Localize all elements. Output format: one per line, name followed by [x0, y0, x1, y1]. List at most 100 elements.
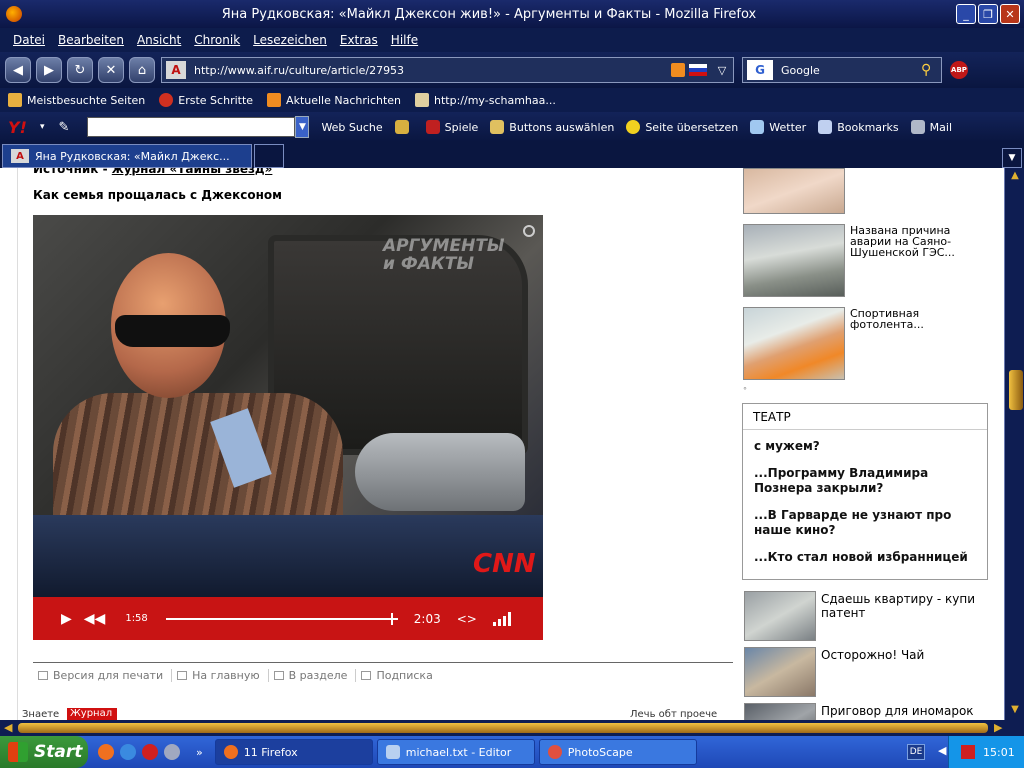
embed-button[interactable]: <>: [457, 612, 477, 626]
thumbnail-tea[interactable]: [744, 647, 816, 697]
adblock-button[interactable]: ABP: [950, 61, 968, 79]
home-button[interactable]: ⌂: [129, 57, 155, 83]
search-icon[interactable]: ⚲: [921, 62, 941, 78]
volume-bar: [502, 615, 506, 626]
subscribe-link[interactable]: Подписка: [356, 669, 440, 682]
menu-chronik[interactable]: Chronik: [194, 33, 240, 47]
url-text[interactable]: http://www.aif.ru/culture/article/27953: [194, 64, 671, 77]
thumbnail-cars[interactable]: [744, 703, 816, 720]
teatr-item[interactable]: ...В Гарварде не узнают про наше кино?: [754, 508, 987, 538]
thumbnail-baby[interactable]: [743, 168, 845, 214]
search-engine-label[interactable]: Google: [781, 64, 921, 77]
news-foreign-cars[interactable]: Приговор для иномарок: [821, 704, 991, 718]
play-icon[interactable]: ▶: [61, 611, 72, 627]
print-version-link[interactable]: Версия для печати: [33, 669, 173, 682]
source-link[interactable]: журнал «Тайны звезд»: [112, 168, 273, 176]
clock[interactable]: 15:01: [983, 746, 1015, 759]
quick-launch: [98, 744, 186, 760]
forward-button[interactable]: ▶: [36, 57, 62, 83]
video-watermark: АРГУМЕНТЫ и ФАКТЫ: [383, 237, 505, 273]
bottom-badge[interactable]: Журнал: [67, 708, 117, 720]
yahoo-shield[interactable]: [394, 120, 414, 134]
window-titlebar[interactable]: Яна Рудковская: «Майкл Джексон жив!» - А…: [0, 0, 1024, 28]
tab-article[interactable]: A Яна Рудковская: «Майкл Джекс...: [2, 144, 252, 168]
yahoo-bookmarks[interactable]: Bookmarks: [818, 120, 899, 134]
yahoo-spiele[interactable]: Spiele: [425, 120, 478, 134]
thumbnail-apartment[interactable]: [744, 591, 816, 641]
start-button[interactable]: Start: [0, 736, 88, 768]
teatr-item[interactable]: ...Кто стал новой избранницей: [754, 550, 987, 565]
reload-button[interactable]: ↻: [67, 57, 93, 83]
yahoo-logo[interactable]: Y!: [8, 118, 36, 137]
bookmark-aktuelle-nachrichten[interactable]: Aktuelle Nachrichten: [267, 93, 401, 107]
menu-datei[interactable]: Datei: [13, 33, 45, 47]
news-apartment-patent[interactable]: Сдаешь квартиру - купи патент: [821, 592, 991, 620]
url-bar[interactable]: A http://www.aif.ru/culture/article/2795…: [161, 57, 734, 83]
task-firefox[interactable]: 11 Firefox: [214, 739, 373, 765]
scroll-up-icon[interactable]: ▲: [1008, 170, 1022, 181]
minimize-button[interactable]: _: [956, 4, 976, 24]
yahoo-mail[interactable]: Mail: [910, 120, 952, 134]
vertical-scroll-thumb[interactable]: [1009, 370, 1023, 410]
new-tab-area[interactable]: [254, 144, 284, 168]
search-bar[interactable]: G Google ⚲: [742, 57, 942, 83]
scroll-right-icon[interactable]: ▶: [994, 721, 1002, 734]
video-progress-knob[interactable]: [390, 612, 393, 625]
language-indicator[interactable]: DE: [907, 744, 925, 760]
news-sport-photo[interactable]: Спортивная фотолента...: [850, 308, 980, 330]
menu-ansicht[interactable]: Ansicht: [137, 33, 181, 47]
menu-bearbeiten[interactable]: Bearbeiten: [58, 33, 124, 47]
pencil-icon[interactable]: ✎: [59, 120, 70, 135]
ie-quicklaunch-icon[interactable]: [120, 744, 136, 760]
yahoo-search-dropdown[interactable]: ▼: [295, 116, 310, 138]
video-frame[interactable]: АРГУМЕНТЫ и ФАКТЫ CNN: [33, 215, 543, 598]
yahoo-search-input[interactable]: [87, 117, 296, 137]
bookmark-meistbesuchte[interactable]: Meistbesuchte Seiten: [8, 93, 145, 107]
close-button[interactable]: ✕: [1000, 4, 1020, 24]
vertical-scrollbar[interactable]: ▲ ▼: [1004, 168, 1024, 720]
yahoo-dropdown-icon[interactable]: ▾: [40, 122, 45, 132]
yahoo-web-suche[interactable]: Web Suche: [321, 121, 382, 134]
home-page-link[interactable]: На главную: [172, 669, 269, 682]
teatr-item[interactable]: с мужем?: [754, 439, 987, 454]
quicklaunch-more-icon[interactable]: »: [196, 746, 203, 759]
task-editor[interactable]: michael.txt - Editor: [376, 739, 535, 765]
scroll-down-icon[interactable]: ▼: [1008, 704, 1022, 715]
news-sayano-shushenskaya[interactable]: Названа причина аварии на Саяно-Шушенско…: [850, 225, 980, 258]
rss-feed-icon[interactable]: [671, 63, 685, 77]
video-player[interactable]: АРГУМЕНТЫ и ФАКТЫ CNN ▶ ◀◀ 1:58 2:03 <>: [33, 215, 543, 640]
opera-quicklaunch-icon[interactable]: [142, 744, 158, 760]
stop-button[interactable]: ✕: [98, 57, 124, 83]
thumbnail-dam[interactable]: [743, 224, 845, 297]
yahoo-seite-uebersetzen[interactable]: Seite übersetzen: [626, 120, 738, 134]
page-content[interactable]: Источник - журнал «Тайны звезд» Как семь…: [0, 168, 1004, 720]
media-quicklaunch-icon[interactable]: [164, 744, 180, 760]
thumbnail-sport[interactable]: [743, 307, 845, 380]
rewind-icon[interactable]: ◀◀: [84, 611, 106, 627]
bookmark-my-schamhaa[interactable]: http://my-schamhaa...: [415, 93, 556, 107]
tab-list-button[interactable]: ▼: [1002, 148, 1022, 168]
tray-expand-icon[interactable]: ◀: [938, 744, 946, 757]
kaspersky-icon[interactable]: [961, 745, 975, 759]
volume-control[interactable]: [492, 611, 513, 626]
yahoo-buttons-auswaehlen[interactable]: Buttons auswählen: [490, 120, 614, 134]
yahoo-wetter[interactable]: Wetter: [750, 120, 806, 134]
horizontal-scrollbar[interactable]: ◀ ▶: [0, 720, 1024, 736]
maximize-button[interactable]: ❐: [978, 4, 998, 24]
bookmark-erste-schritte[interactable]: Erste Schritte: [159, 93, 253, 107]
menu-lesezeichen[interactable]: Lesezeichen: [253, 33, 327, 47]
url-dropdown-icon[interactable]: ▽: [711, 64, 733, 77]
teatr-item[interactable]: ...Программу Владимира Познера закрыли?: [754, 466, 987, 496]
google-icon[interactable]: G: [747, 60, 773, 80]
video-options-icon[interactable]: [523, 225, 535, 237]
back-button[interactable]: ◀: [5, 57, 31, 83]
menu-extras[interactable]: Extras: [340, 33, 378, 47]
menu-hilfe[interactable]: Hilfe: [391, 33, 418, 47]
horizontal-scroll-thumb[interactable]: [18, 723, 988, 733]
section-link[interactable]: В разделе: [269, 669, 357, 682]
news-tea[interactable]: Осторожно! Чай: [821, 648, 991, 662]
video-progress-bar[interactable]: [165, 612, 398, 625]
scroll-left-icon[interactable]: ◀: [4, 721, 12, 734]
firefox-quicklaunch-icon[interactable]: [98, 744, 114, 760]
task-photoscape[interactable]: PhotoScape: [538, 739, 697, 765]
